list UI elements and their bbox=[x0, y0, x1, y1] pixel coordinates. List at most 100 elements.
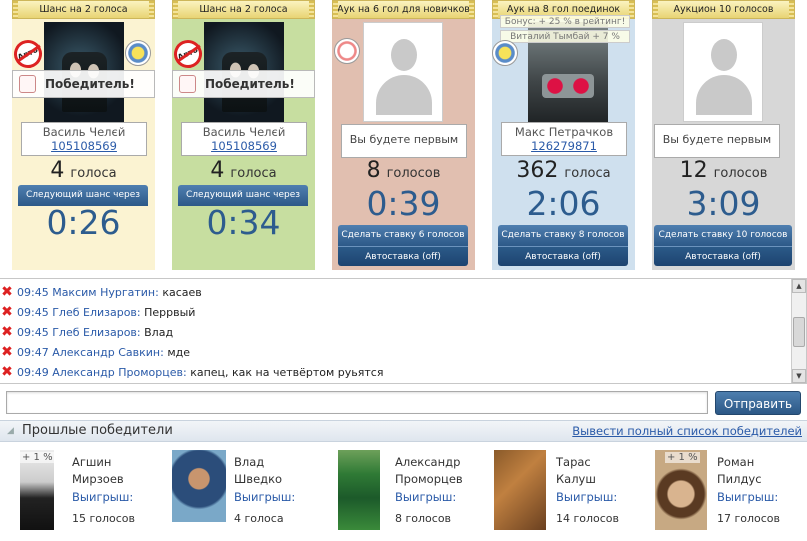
votes-number: 8 bbox=[366, 158, 381, 183]
chat-author[interactable]: 09:47 Александр Савкин: bbox=[17, 346, 164, 359]
past-winner: Александр Проморцев Выигрыш: 8 голосов bbox=[338, 450, 498, 530]
prize-value: 8 голосов bbox=[395, 512, 452, 525]
past-winner-name[interactable]: Тарас Калуш bbox=[556, 454, 596, 488]
auction-card-2: Шанс на 2 голоса Авто Победитель! Василь… bbox=[169, 0, 315, 270]
placeholder-namebox: Вы будете первым bbox=[341, 124, 467, 158]
chat-input[interactable] bbox=[6, 391, 708, 414]
delete-icon[interactable]: ✖ bbox=[0, 282, 14, 302]
scroll-up-icon[interactable]: ▲ bbox=[792, 279, 806, 293]
countdown-timer: 3:09 bbox=[686, 184, 761, 223]
medal-icon bbox=[492, 40, 518, 66]
winner-banner: Победитель! bbox=[12, 70, 155, 98]
winner-icon bbox=[19, 75, 36, 93]
auction-card-3: Аук на 6 гол для новичков Вы будете перв… bbox=[332, 0, 475, 270]
votes-count: 4 голоса bbox=[172, 158, 315, 183]
winner-name: Макс Петрачков bbox=[514, 125, 614, 139]
votes-count: 4 голоса bbox=[12, 158, 155, 183]
past-winner: + 1 % Агшин Мирзоев Выигрыш: 15 голосов bbox=[20, 450, 180, 530]
winner-namebox: Василь Челєй 105108569 bbox=[181, 122, 307, 156]
autobet-toggle[interactable]: Автоставка (off) bbox=[654, 246, 792, 266]
winner-id-link[interactable]: 105108569 bbox=[22, 139, 146, 153]
last-name: Пилдус bbox=[717, 472, 762, 486]
winner-id-link[interactable]: 126279871 bbox=[502, 139, 626, 153]
votes-word: голоса bbox=[70, 166, 117, 181]
last-name: Шведко bbox=[234, 472, 283, 486]
avatar-body-shape bbox=[696, 75, 752, 115]
scroll-down-icon[interactable]: ▼ bbox=[792, 369, 806, 383]
past-winner-name[interactable]: Агшин Мирзоев bbox=[72, 454, 124, 488]
chat-text: Влад bbox=[144, 326, 174, 339]
collapse-arrow-icon[interactable]: ◢ bbox=[7, 426, 14, 436]
chat-author[interactable]: 09:49 Александр Проморцев: bbox=[17, 366, 187, 379]
chat-author[interactable]: 09:45 Максим Нургатин: bbox=[17, 286, 159, 299]
place-bet-button[interactable]: Сделать ставку 8 голосов bbox=[498, 225, 628, 246]
auction-card-5: Аукцион 10 голосов Вы будете первым 12 го… bbox=[652, 0, 795, 270]
winner-banner-text: Победитель! bbox=[45, 77, 135, 91]
chat-scrollbar[interactable]: ▲ ▼ bbox=[791, 279, 806, 383]
delete-icon[interactable]: ✖ bbox=[0, 322, 14, 342]
prize-value: 17 голосов bbox=[717, 512, 781, 525]
delete-icon[interactable]: ✖ bbox=[0, 342, 14, 362]
bonus-badge: + 1 % bbox=[20, 452, 55, 463]
past-winner-name[interactable]: Александр Проморцев bbox=[395, 454, 463, 488]
autobet-toggle[interactable]: Автоставка (off) bbox=[498, 246, 628, 266]
card-header: Шанс на 2 голоса bbox=[172, 0, 315, 19]
past-winners-title: Прошлые победители bbox=[22, 423, 173, 438]
last-name: Калуш bbox=[556, 472, 596, 486]
past-winner-name[interactable]: Влад Шведко bbox=[234, 454, 282, 488]
bonus-badge: + 1 % bbox=[665, 452, 700, 463]
countdown-timer: 2:06 bbox=[526, 184, 601, 223]
chat-log[interactable]: ✖ 09:45 Максим Нургатин: касаев ✖ 09:45 Гл… bbox=[0, 278, 807, 384]
chat-author[interactable]: 09:45 Глеб Елизаров: bbox=[17, 306, 141, 319]
winner-id-link[interactable]: 105108569 bbox=[182, 139, 306, 153]
winner-namebox: Макс Петрачков 126279871 bbox=[501, 122, 627, 156]
avatar-head-shape bbox=[711, 39, 737, 71]
prize-value: 15 голосов bbox=[72, 512, 136, 525]
chat-message: ✖ 09:45 Глеб Елизаров: Влад bbox=[0, 322, 173, 342]
votes-word: голосов bbox=[713, 166, 768, 181]
send-button[interactable]: Отправить bbox=[715, 391, 801, 415]
past-winner-photo[interactable] bbox=[494, 450, 546, 530]
chat-time: 09:45 bbox=[17, 326, 49, 339]
full-winners-list-link[interactable]: Вывести полный список победителей bbox=[572, 421, 802, 441]
avatar-head-shape bbox=[391, 39, 417, 71]
first-name: Тарас bbox=[556, 455, 591, 469]
votes-count: 8 голосов bbox=[332, 158, 475, 183]
votes-number: 4 bbox=[210, 158, 225, 183]
scroll-thumb[interactable] bbox=[793, 317, 805, 347]
countdown-timer: 0:34 bbox=[206, 203, 281, 242]
first-name: Александр bbox=[395, 455, 461, 469]
delete-icon[interactable]: ✖ bbox=[0, 362, 14, 382]
auction-card-1: Шанс на 2 голоса Авто Победитель! Василь… bbox=[9, 0, 155, 270]
place-bet-button[interactable]: Сделать ставку 10 голосов bbox=[654, 225, 792, 246]
first-name: Роман bbox=[717, 455, 755, 469]
past-winner-name[interactable]: Роман Пилдус bbox=[717, 454, 762, 488]
placeholder-photo bbox=[363, 22, 443, 122]
votes-word: голосов bbox=[386, 166, 441, 181]
winner-name: Василь Челєй bbox=[202, 125, 286, 139]
prize-label: Выигрыш: bbox=[234, 490, 296, 504]
bonus-name: Виталий Тымбай + 7 % bbox=[500, 30, 630, 43]
chat-text: касаев bbox=[162, 286, 202, 299]
chat-text: Перрвый bbox=[144, 306, 196, 319]
delete-icon[interactable]: ✖ bbox=[0, 302, 14, 322]
auction-card-4: Аук на 8 гол поединок Бонус: + 25 % в ре… bbox=[492, 0, 635, 270]
no-auto-icon: Авто bbox=[169, 35, 207, 73]
chat-author[interactable]: 09:45 Глеб Елизаров: bbox=[17, 326, 141, 339]
prize-value: 14 голосов bbox=[556, 512, 620, 525]
prize-label: Выигрыш: bbox=[717, 490, 779, 504]
votes-count: 12 голосов bbox=[652, 158, 795, 183]
first-name: Агшин bbox=[72, 455, 112, 469]
avatar-body-shape bbox=[376, 75, 432, 115]
past-winner-photo[interactable] bbox=[172, 450, 226, 522]
medal-icon bbox=[125, 40, 151, 66]
chat-author-name: Глеб Елизаров: bbox=[52, 306, 141, 319]
card-header: Аук на 6 гол для новичков bbox=[332, 0, 475, 19]
prize-label: Выигрыш: bbox=[395, 490, 457, 504]
last-name: Мирзоев bbox=[72, 472, 124, 486]
prize-value: 4 голоса bbox=[234, 512, 284, 525]
past-winner-photo[interactable] bbox=[338, 450, 380, 530]
chat-author-name: Александр Проморцев: bbox=[52, 366, 187, 379]
autobet-toggle[interactable]: Автоставка (off) bbox=[338, 246, 468, 266]
place-bet-button[interactable]: Сделать ставку 6 голосов bbox=[338, 225, 468, 246]
